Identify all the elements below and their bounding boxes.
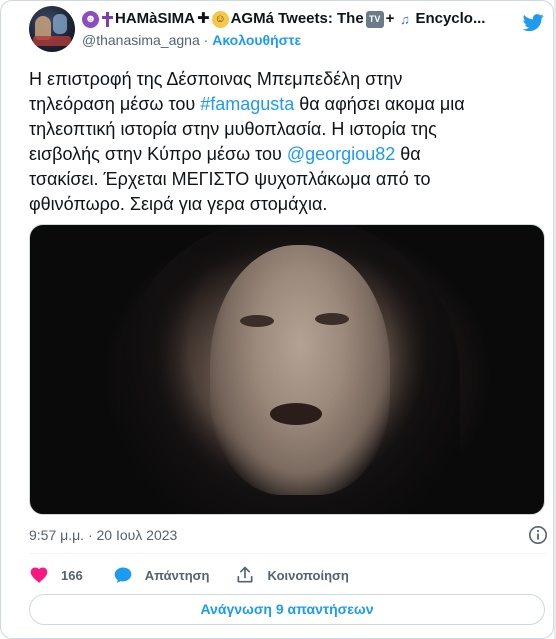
reply-label: Απάντηση: [144, 567, 210, 583]
reply-button[interactable]: Απάντηση: [113, 564, 210, 586]
author-name-part-3: Encyclo...: [415, 10, 486, 27]
divider: [29, 553, 545, 554]
avatar[interactable]: [29, 6, 75, 52]
avatar-banner: [33, 36, 71, 46]
twitter-bird-icon[interactable]: [521, 12, 546, 33]
share-button[interactable]: Κοινοποίηση: [235, 564, 349, 586]
tweet-text-segment: θα αφήσει ακομα μια: [294, 94, 465, 114]
tweet-text: Η επιστροφή της Δέσποινας Μπεμπεδέλη στη…: [29, 67, 529, 217]
author-name-part-2: AGMá Tweets: The: [230, 10, 364, 27]
cross-emoji-icon: [101, 11, 113, 28]
tweet-timestamp[interactable]: 9:57 μ.μ. · 20 Ιουλ 2023: [29, 525, 177, 545]
mouth-shape: [270, 403, 322, 425]
tweet-text-line: τσακίσει. Έρχεται ΜΕΓΙΣΤΟ ψυχοπλάκωμα απ…: [29, 167, 529, 192]
tweet-video-thumbnail[interactable]: [29, 224, 545, 515]
mention-link[interactable]: @georgiou82: [287, 144, 395, 164]
author-name[interactable]: ☻ HAMàSIMA ✚ ☺ AGMá Tweets: The TV + ♫ E…: [82, 9, 502, 29]
share-label: Κοινοποίηση: [267, 567, 349, 583]
music-notes-emoji-icon: ♫: [400, 11, 410, 27]
like-button[interactable]: 166: [29, 564, 83, 586]
tweet-text-line: Η επιστροφή της Δέσποινας Μπεμπεδέλη στη…: [29, 67, 529, 92]
tweet-text-segment: εισβολής στην Κύπρο μέσω του: [29, 144, 287, 164]
author-handle[interactable]: @thanasima_agna: [82, 32, 200, 48]
tweet-text-segment: θα: [395, 144, 421, 164]
tv-emoji-icon: TV: [365, 10, 384, 28]
tweet-text-segment: τηλεοπτική ιστορία στην μυθοπλασία. Η ισ…: [29, 119, 437, 139]
tweet-text-segment: τσακίσει. Έρχεται ΜΕΓΙΣΤΟ ψυχοπλάκωμα απ…: [29, 169, 431, 189]
tweet-text-segment: τηλεόραση μέσω του: [29, 94, 201, 114]
like-count: 166: [61, 567, 83, 583]
tweet-text-line: τηλεόραση μέσω του #famagusta θα αφήσει …: [29, 92, 529, 117]
share-upload-icon: [237, 566, 253, 583]
plus-sign: ✚: [197, 10, 210, 27]
speech-bubble-icon: [114, 567, 132, 583]
angel-emoji-icon: ☺: [211, 10, 229, 28]
tweet-text-segment: Η επιστροφή της Δέσποινας Μπεμπεδέλη στη…: [29, 69, 403, 89]
tweet-actions: 166 Απάντηση Κοινοποίηση: [29, 564, 349, 586]
devil-emoji-icon: ☻: [82, 10, 99, 28]
handle-row: @thanasima_agna · Ακολουθήστε: [82, 30, 301, 50]
author-name-part-1: HAMàSIMA: [115, 10, 196, 27]
hashtag-link[interactable]: #famagusta: [200, 94, 294, 114]
handle-separator: ·: [203, 32, 209, 48]
tweet-header: ☻ HAMàSIMA ✚ ☺ AGMá Tweets: The TV + ♫ E…: [29, 6, 549, 54]
tweet-text-line: εισβολής στην Κύπρο μέσω του @georgiou82…: [29, 142, 529, 167]
tweet-text-line: φθινόπωρο. Σειρά για γερα στομάχια.: [29, 192, 529, 217]
heart-icon: [30, 567, 48, 583]
right-eye-shape: [315, 313, 349, 325]
follow-button[interactable]: Ακολουθήστε: [212, 32, 301, 48]
tweet-text-segment: φθινόπωρο. Σειρά για γερα στομάχια.: [29, 194, 328, 214]
avatar-figure-right: [53, 14, 67, 34]
left-eye-shape: [240, 315, 274, 327]
face-shape: [210, 245, 390, 495]
read-replies-button[interactable]: Ανάγνωση 9 απαντήσεων: [29, 594, 545, 625]
plus-sign-2: +: [385, 10, 395, 27]
tweet-text-line: τηλεοπτική ιστορία στην μυθοπλασία. Η ισ…: [29, 117, 529, 142]
info-icon[interactable]: [528, 525, 548, 545]
